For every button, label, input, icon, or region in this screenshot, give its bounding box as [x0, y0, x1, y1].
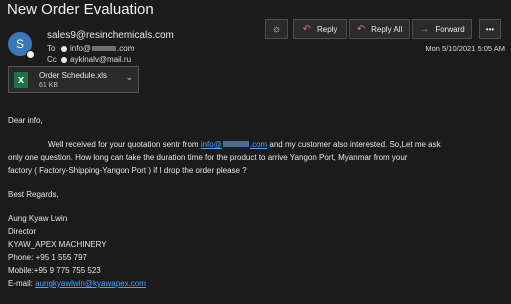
sun-button[interactable]: ☼	[265, 19, 288, 39]
to-label: To	[47, 44, 56, 53]
presence-status-icon	[26, 50, 35, 59]
signature-email-row: E-mail: aungkyawlwin@kyawapex.com	[8, 279, 146, 288]
received-date: Mon 5/10/2021 5:05 AM	[425, 44, 505, 53]
forward-label: Forward	[435, 24, 465, 34]
attachment-name: Order Schedule.xls	[39, 71, 108, 80]
signature-phone: Phone: +95 1 555 797	[8, 253, 87, 262]
paragraph-line-2: only one question. How long can take the…	[8, 153, 408, 162]
signature-email-link[interactable]: aungkyawlwin@kyawapex.com	[35, 279, 146, 288]
closing: Best Regards,	[8, 190, 59, 199]
reply-label: Reply	[316, 24, 338, 34]
reply-icon: ↶	[302, 23, 311, 35]
cc-label: Cc	[47, 55, 57, 64]
to-recipient[interactable]: info@ .com	[70, 44, 134, 53]
avatar-letter: S	[15, 37, 24, 51]
reply-all-button[interactable]: ↶ Reply All	[349, 19, 410, 39]
signature-company: KYAW_APEX MACHINERY	[8, 240, 107, 249]
recipient-presence-icon	[61, 56, 67, 63]
paragraph-line-1: Well received for your quotation sentr f…	[48, 140, 441, 149]
attachment-size: 61 KB	[39, 82, 59, 89]
forward-button[interactable]: → Forward	[412, 19, 472, 39]
greeting: Dear info,	[8, 116, 43, 125]
forward-icon: →	[419, 23, 430, 35]
sun-icon: ☼	[271, 23, 282, 35]
signature-name: Aung Kyaw Lwin	[8, 214, 68, 223]
recipient-presence-icon	[61, 45, 67, 52]
reply-button[interactable]: ↶ Reply	[293, 19, 347, 39]
signature-title: Director	[8, 227, 37, 236]
excel-file-icon: X	[14, 72, 28, 88]
sender-email[interactable]: sales9@resinchemicals.com	[47, 30, 174, 41]
chevron-down-icon[interactable]: ⌄	[125, 72, 133, 83]
attachment-card[interactable]: X Order Schedule.xls 61 KB ⌄	[8, 66, 139, 93]
cc-row: Cc aykinalv@mail.ru	[47, 55, 131, 64]
reply-all-icon: ↶	[356, 23, 366, 35]
more-actions-button[interactable]: •••	[479, 19, 501, 39]
email-subject: New Order Evaluation	[7, 1, 154, 18]
redacted-block	[222, 141, 249, 147]
to-row: To info@ .com	[47, 44, 134, 53]
paragraph-line-3: factory ( Factory-Shipping-Yangon Port )…	[8, 166, 247, 175]
more-icon: •••	[485, 24, 495, 34]
redacted-block	[92, 46, 117, 51]
reply-all-label: Reply All	[371, 24, 403, 34]
info-email-link[interactable]: info@ .com	[201, 140, 267, 149]
cc-recipient[interactable]: aykinalv@mail.ru	[70, 55, 131, 64]
signature-mobile: Mobile:+95 9 775 755 523	[8, 266, 101, 275]
